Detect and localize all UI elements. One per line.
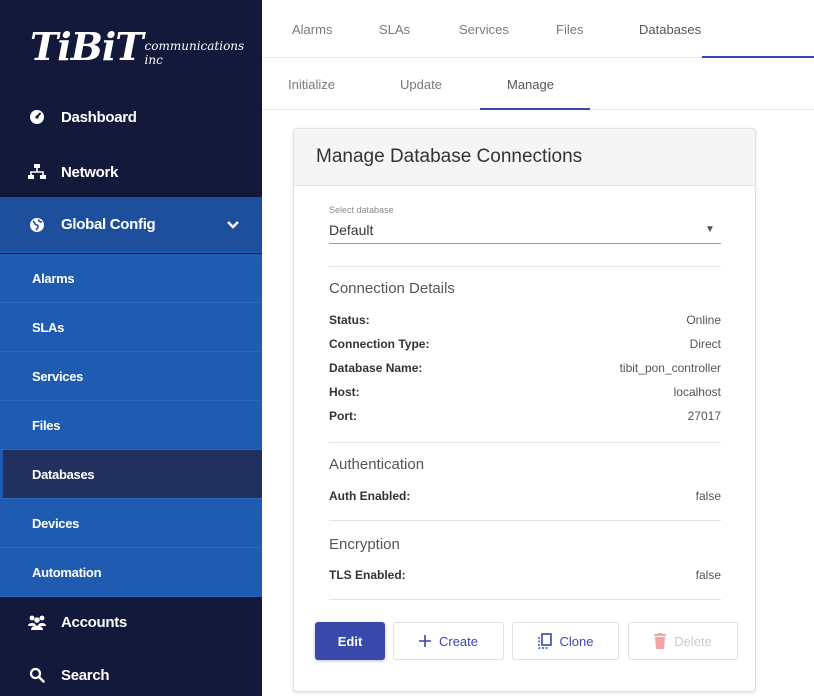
divider (329, 442, 721, 443)
sidebar-item-label: Databases (32, 466, 95, 482)
nav-accounts[interactable]: Accounts (0, 597, 262, 647)
divider (329, 520, 721, 521)
connection-type-value: Direct (689, 337, 721, 351)
tab-manage[interactable]: Manage (507, 58, 554, 110)
sidebar-item-alarms[interactable]: Alarms (0, 254, 262, 303)
globe-icon (27, 217, 47, 233)
secondary-tabs: Initialize Update Manage (262, 58, 814, 110)
dashboard-icon (27, 109, 47, 125)
authentication-title: Authentication (329, 456, 425, 473)
sidebar-item-slas[interactable]: SLAs (0, 303, 262, 352)
sidebar-item-files[interactable]: Files (0, 401, 262, 450)
tls-enabled-value: false (695, 568, 721, 582)
edit-button-label: Edit (337, 633, 363, 649)
nav-network-label: Network (61, 163, 119, 181)
search-icon (27, 667, 47, 683)
primary-tabs: Alarms SLAs Services Files Databases (262, 0, 814, 58)
nav-dashboard[interactable]: Dashboard (0, 92, 262, 142)
logo-text: TiBiT (30, 23, 144, 69)
trash-icon (654, 633, 667, 649)
copy-icon (537, 633, 552, 649)
create-button-label: Create (438, 633, 479, 649)
dropdown-arrow-icon[interactable]: ▼ (705, 224, 715, 235)
sidebar-item-databases[interactable]: Databases (0, 450, 262, 499)
database-name-value: tibit_pon_controller (619, 361, 721, 375)
delete-button[interactable]: Delete (628, 622, 738, 660)
tab-files[interactable]: Files (556, 0, 583, 58)
auth-enabled-value: false (695, 489, 721, 503)
sidebar-item-label: Alarms (32, 270, 75, 286)
logo-subtext: communications inc (144, 39, 245, 67)
sidebar-item-services[interactable]: Services (0, 352, 262, 401)
clone-button-label: Clone (559, 633, 594, 649)
tab-services[interactable]: Services (459, 0, 509, 58)
port-value: 27017 (687, 409, 721, 423)
card-title: Manage Database Connections (294, 129, 755, 186)
delete-button-label: Delete (674, 633, 712, 649)
sidebar-item-label: Files (32, 417, 61, 433)
sidebar: TiBiT communications inc Dashboard Netwo… (0, 0, 262, 696)
tab-initialize[interactable]: Initialize (288, 58, 335, 110)
nav-global-config-label: Global Config (61, 216, 156, 233)
divider (329, 266, 721, 267)
sidebar-item-label: Services (32, 368, 84, 384)
tab-update[interactable]: Update (400, 58, 442, 110)
port-label: Port: (329, 409, 357, 423)
nav-network[interactable]: Network (0, 147, 262, 197)
clone-button[interactable]: Clone (512, 622, 619, 660)
logo[interactable]: TiBiT communications inc (0, 0, 262, 92)
encryption-title: Encryption (329, 536, 400, 553)
tab-alarms[interactable]: Alarms (292, 0, 332, 58)
nav-dashboard-label: Dashboard (61, 108, 137, 126)
sidebar-item-label: SLAs (32, 319, 65, 335)
database-name-label: Database Name: (329, 361, 423, 375)
connection-type-label: Connection Type: (329, 337, 430, 351)
accounts-icon (27, 614, 47, 630)
status-label: Status: (329, 313, 370, 327)
sidebar-item-label: Devices (32, 515, 80, 531)
divider (329, 599, 721, 600)
sidebar-item-label: Automation (32, 564, 102, 580)
create-button[interactable]: Create (393, 622, 504, 660)
tab-active-indicator (480, 108, 590, 110)
status-value: Online (686, 313, 721, 327)
nav-accounts-label: Accounts (61, 613, 127, 631)
tls-enabled-label: TLS Enabled: (329, 568, 406, 582)
network-icon (27, 164, 47, 180)
sidebar-item-automation[interactable]: Automation (0, 548, 262, 597)
tab-slas[interactable]: SLAs (379, 0, 410, 58)
host-label: Host: (329, 385, 360, 399)
select-database-label: Select database (329, 205, 394, 215)
auth-enabled-label: Auth Enabled: (329, 489, 411, 503)
nav-global-config[interactable]: Global Config (0, 197, 262, 253)
tab-databases[interactable]: Databases (639, 0, 701, 58)
chevron-down-icon[interactable] (226, 197, 240, 252)
select-underline (329, 243, 721, 244)
edit-button[interactable]: Edit (315, 622, 385, 660)
connection-details-title: Connection Details (329, 280, 455, 297)
nav-search-label: Search (61, 666, 110, 684)
plus-icon (418, 635, 431, 647)
nav-search[interactable]: Search (0, 650, 262, 696)
select-database-value[interactable]: Default (329, 222, 373, 238)
host-value: localhost (673, 385, 721, 399)
sidebar-item-devices[interactable]: Devices (0, 499, 262, 548)
app-root: TiBiT communications inc Dashboard Netwo… (0, 0, 814, 696)
